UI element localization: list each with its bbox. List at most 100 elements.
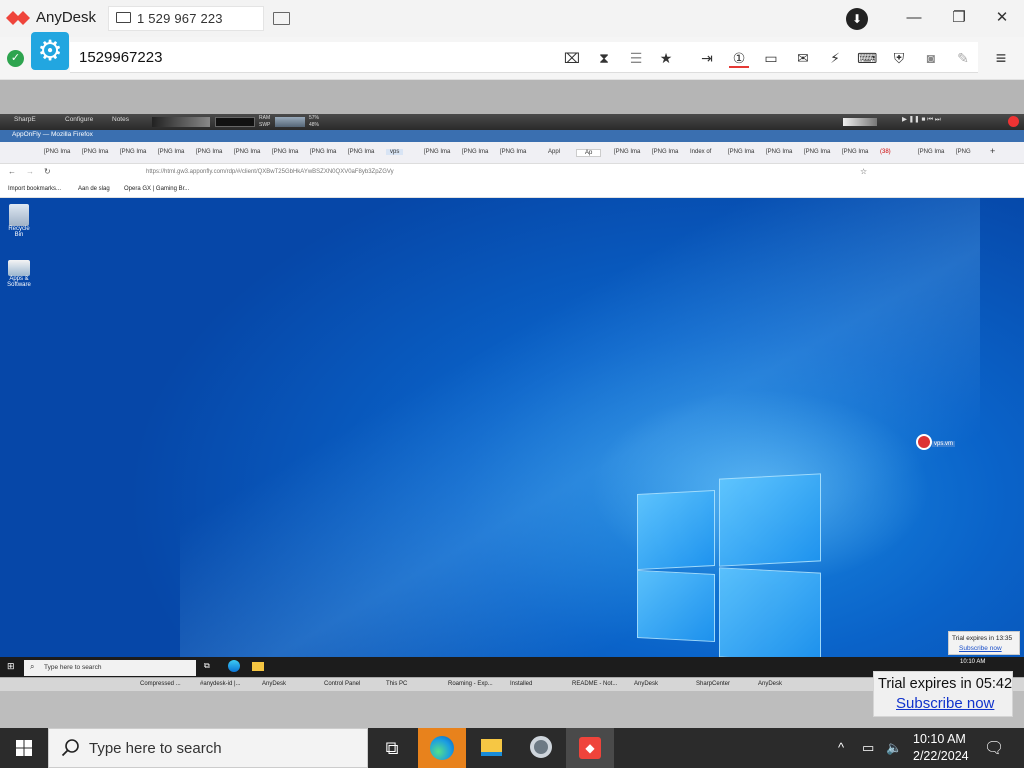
browser-tab[interactable]: [PNG <box>956 149 971 155</box>
new-tab-icon[interactable]: + <box>990 146 995 156</box>
file-explorer-app-button[interactable] <box>467 728 515 768</box>
browser-tab[interactable]: [PNG Ima <box>44 149 70 155</box>
browser-tab[interactable]: [PNG Ima <box>272 149 298 155</box>
remote-gray-margin <box>0 80 1024 114</box>
sharp-task-item[interactable]: Roaming - Exp... <box>448 681 493 687</box>
volume-meter <box>843 118 877 126</box>
browser-tab[interactable]: [PNG Ima <box>348 149 374 155</box>
minimize-button[interactable]: — <box>901 7 927 29</box>
start-icon[interactable]: ⊞ <box>7 661 15 672</box>
sharp-task-item[interactable]: This PC <box>386 681 407 687</box>
browser-tab[interactable]: [PNG Ima <box>652 149 678 155</box>
task-view-icon[interactable]: ⧉ <box>368 728 416 768</box>
star-icon[interactable]: ★ <box>656 48 676 68</box>
browser-tab[interactable]: [PNG Ima <box>462 149 488 155</box>
media-controls-icon[interactable]: ▶ ❚❚ ■ ⏮ ⏭ <box>902 115 941 124</box>
settings-app-button[interactable] <box>516 728 564 768</box>
database-icon[interactable]: ☰ <box>626 48 646 68</box>
recycle-bin-icon[interactable]: Recycle Bin <box>4 204 34 238</box>
remote-desktop[interactable]: Recycle Bin Apps & Software vps.vm <box>0 198 1024 657</box>
windows-start-icon[interactable] <box>0 728 48 768</box>
bookmark-item[interactable]: Aan de slag <box>78 186 110 192</box>
network-icon[interactable]: ▭ <box>862 740 874 756</box>
chat-icon[interactable]: ✉ <box>793 48 813 68</box>
new-session-icon[interactable] <box>273 12 290 25</box>
url-bar[interactable]: https://html.gw3.apponfly.com/rdp/#/clie… <box>146 169 394 175</box>
remote-search-box[interactable]: ⌕ Type here to search <box>24 660 196 676</box>
hourglass-icon[interactable]: ⧗ <box>594 48 614 68</box>
browser-tab[interactable]: Appl <box>548 149 560 155</box>
task-view-icon[interactable]: ⧉ <box>204 661 210 671</box>
session-tab[interactable]: 1 529 967 223 <box>108 6 264 31</box>
browser-tab[interactable]: [PNG Ima <box>766 149 792 155</box>
back-icon[interactable]: ← <box>8 167 16 176</box>
connected-check-icon: ✓ <box>7 50 24 67</box>
bookmark-star-icon[interactable]: ☆ <box>860 167 867 176</box>
windows-logo-pane <box>719 473 821 567</box>
clock-date[interactable]: 2/22/2024 <box>913 749 969 763</box>
bookmark-item[interactable]: Import bookmarks... <box>8 186 61 192</box>
browser-tab[interactable]: [PNG Ima <box>918 149 944 155</box>
subscribe-link[interactable]: Subscribe now <box>959 645 1002 652</box>
browser-tab[interactable]: [PNG Ima <box>310 149 336 155</box>
restore-button[interactable]: ❐ <box>946 7 972 29</box>
file-explorer-icon[interactable] <box>252 662 264 671</box>
chevron-up-icon[interactable]: ^ <box>838 740 844 755</box>
app-name: AnyDesk <box>36 9 97 26</box>
download-icon[interactable]: ⬇ <box>846 8 868 30</box>
browser-tab[interactable]: [PNG Ima <box>500 149 526 155</box>
notifications-icon[interactable]: 🗨 <box>984 738 1004 758</box>
browser-tab[interactable]: [PNG Ima <box>120 149 146 155</box>
remote-screen[interactable]: SharpE Configure Notes RAM SWP 57% 48% ▶… <box>0 114 1024 728</box>
sharpbar-item[interactable]: Configure <box>65 116 93 123</box>
file-transfer-icon[interactable]: ⇥ <box>697 48 717 68</box>
bookmark-item[interactable]: Opera GX | Gaming Br... <box>124 186 189 192</box>
browser-tab[interactable]: Index of <box>690 149 711 155</box>
browser-tab-active[interactable]: Ap <box>576 149 602 157</box>
browser-tab[interactable]: [PNG Ima <box>82 149 108 155</box>
settings-gear-icon[interactable]: ⚙ <box>31 32 69 70</box>
browser-tab[interactable]: [PNG Ima <box>728 149 754 155</box>
taskbar-search-box[interactable]: Type here to search <box>48 728 368 768</box>
screenshot-icon[interactable]: ◙ <box>921 48 941 68</box>
browser-tab[interactable]: (38) <box>880 149 891 155</box>
pen-icon[interactable]: ✎ <box>953 48 973 68</box>
keyboard-icon[interactable]: ⌨ <box>857 48 877 68</box>
reload-icon[interactable]: ↻ <box>44 167 51 176</box>
forward-icon[interactable]: → <box>26 167 34 176</box>
menu-icon[interactable]: ≡ <box>990 47 1012 69</box>
browser-tab[interactable]: [PNG Ima <box>234 149 260 155</box>
apps-software-icon[interactable]: Apps & Software <box>4 260 34 300</box>
sharpbar-item[interactable]: SharpE <box>14 116 36 123</box>
edge-app-button[interactable] <box>418 728 466 768</box>
browser-tab[interactable]: [PNG Ima <box>158 149 184 155</box>
browser-tab[interactable]: [PNG Ima <box>842 149 868 155</box>
volume-icon[interactable]: 🔈 <box>886 740 902 756</box>
browser-tab[interactable]: [PNG Ima <box>196 149 222 155</box>
sharp-task-item[interactable]: Installed <box>510 681 532 687</box>
browser-tab[interactable]: [PNG Ima <box>424 149 450 155</box>
sharp-task-item[interactable]: AnyDesk <box>262 681 286 687</box>
monitor-icon[interactable]: ▭ <box>761 48 781 68</box>
sharp-task-item[interactable]: Compressed ... <box>140 681 181 687</box>
display-1-icon[interactable]: ① <box>729 48 749 68</box>
anydesk-app-button[interactable]: ◆ <box>566 728 614 768</box>
sharp-task-item[interactable]: AnyDesk <box>758 681 782 687</box>
edge-icon[interactable] <box>228 660 240 672</box>
sharpbar-item[interactable]: Notes <box>112 116 129 123</box>
sharp-task-item[interactable]: Control Panel <box>324 681 360 687</box>
shield-icon[interactable]: ⛨ <box>889 48 909 68</box>
power-icon[interactable] <box>1008 116 1019 127</box>
sharp-task-item[interactable]: AnyDesk <box>634 681 658 687</box>
browser-tab[interactable]: [PNG Ima <box>804 149 830 155</box>
subscribe-link[interactable]: Subscribe now <box>896 695 994 712</box>
browser-tab[interactable]: [PNG Ima <box>614 149 640 155</box>
browser-tab[interactable]: vps <box>386 149 404 155</box>
privacy-icon[interactable]: ⌧ <box>562 48 582 68</box>
sharp-task-item[interactable]: SharpCenter <box>696 681 730 687</box>
clock-time[interactable]: 10:10 AM <box>913 732 966 746</box>
sharp-task-item[interactable]: README - Not... <box>572 681 617 687</box>
sharp-task-item[interactable]: #anydesk-id |... <box>200 681 241 687</box>
close-button[interactable]: ✕ <box>989 7 1015 29</box>
lightning-icon[interactable]: ⚡ <box>825 48 845 68</box>
